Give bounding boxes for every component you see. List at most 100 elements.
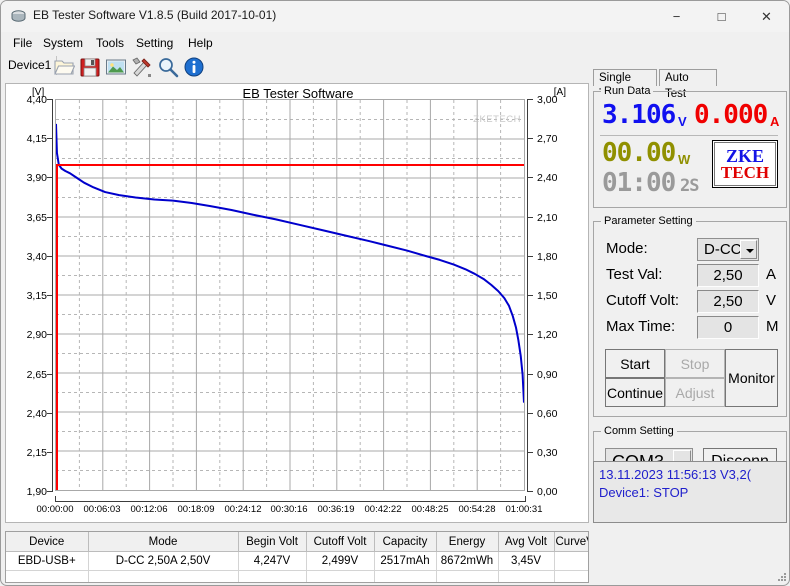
cell-begin-volt: 4,247V <box>238 551 307 571</box>
col-energy[interactable]: Energy <box>436 532 499 552</box>
y-tick-left: 3,90 <box>26 172 47 184</box>
cutoff-volt-label: Cutoff Volt: <box>606 292 680 309</box>
right-panel: Single Test Auto Test Run Data 3.106 V 0… <box>593 69 787 529</box>
plot-area[interactable]: ZKETECH <box>55 99 525 491</box>
x-axis: 00:00:00 00:06:03 00:12:06 00:18:09 00:2… <box>6 492 590 524</box>
y-tick-left: 4,15 <box>26 133 47 145</box>
application-window: EB Tester Software V1.8.5 (Build 2017-10… <box>0 0 790 586</box>
results-table[interactable]: Device Mode Begin Volt Cutoff Volt Capac… <box>5 531 589 583</box>
open-file-icon[interactable] <box>53 56 76 78</box>
app-icon <box>10 8 27 25</box>
cell-avg-volt: 3,45V <box>498 551 555 571</box>
y-tick-right: 2,70 <box>537 133 558 145</box>
status-log[interactable]: 13.11.2023 11:56:13 V3,2( Device1: STOP <box>593 461 787 523</box>
monitor-button[interactable]: Monitor <box>725 349 778 407</box>
run-data-group: Run Data 3.106 V 0.000 A 00.00 W 01:00 2… <box>593 85 787 208</box>
col-device[interactable]: Device <box>6 532 89 552</box>
status-line-device: Device1: STOP <box>599 485 689 500</box>
info-icon[interactable] <box>183 56 205 78</box>
tools-icon[interactable] <box>131 56 153 78</box>
adjust-button: Adjust <box>665 378 725 407</box>
continue-button[interactable]: Continue <box>605 378 665 407</box>
start-button[interactable]: Start <box>605 349 665 378</box>
max-time-unit: M <box>766 318 779 335</box>
test-val-input[interactable]: 2,50 <box>697 264 759 287</box>
y-tick-right: 0,90 <box>537 369 558 381</box>
y-tick-right: 3,00 <box>537 94 558 106</box>
close-button[interactable]: ✕ <box>744 1 789 32</box>
menu-setting[interactable]: Setting <box>132 35 177 51</box>
y-tick-left: 4,40 <box>26 94 47 106</box>
status-line-timestamp: 13.11.2023 11:56:13 V3,2( <box>599 467 752 482</box>
y-axis-right: 3,00 2,70 2,40 2,10 1,80 1,50 1,20 0,90 … <box>525 84 591 514</box>
y-tick-left: 3,15 <box>26 290 47 302</box>
save-icon[interactable] <box>79 56 101 78</box>
col-avg-volt[interactable]: Avg Volt <box>498 532 555 552</box>
current-unit: A <box>770 114 780 129</box>
table-row-empty[interactable] <box>6 570 588 582</box>
maximize-button[interactable]: □ <box>699 1 744 32</box>
col-begin-volt[interactable]: Begin Volt <box>238 532 307 552</box>
mode-select[interactable]: D-CC <box>697 238 759 261</box>
test-val-label: Test Val: <box>606 266 663 283</box>
tab-single-test[interactable]: Single Test <box>593 69 657 100</box>
y-tick-right: 2,40 <box>537 172 558 184</box>
logo-text-bottom: TECH <box>720 162 770 182</box>
cell-energy: 8672mWh <box>436 551 499 571</box>
tab-auto-test[interactable]: Auto Test <box>659 69 717 100</box>
plot-svg <box>56 100 524 490</box>
x-tick: 01:00:31 <box>505 504 543 515</box>
run-data-legend: Run Data <box>601 85 654 97</box>
y-tick-left: 3,65 <box>26 212 47 224</box>
logo-text-top: ZKE <box>725 145 764 166</box>
cutoff-volt-unit: V <box>766 292 777 309</box>
col-cutoff-volt[interactable]: Cutoff Volt <box>306 532 375 552</box>
table-row[interactable]: EBD-USB+ D-CC 2,50A 2,50V 4,247V 2,499V … <box>6 551 588 571</box>
cell-mode: D-CC 2,50A 2,50V <box>88 551 239 571</box>
menu-help[interactable]: Help <box>184 35 217 51</box>
test-val-unit: A <box>766 266 777 283</box>
y-tick-right: 1,50 <box>537 290 558 302</box>
voltage-unit: V <box>678 114 687 129</box>
parameter-setting-legend: Parameter Setting <box>601 215 696 227</box>
y-tick-right: 0,60 <box>537 408 558 420</box>
max-time-input[interactable]: 0 <box>697 316 759 339</box>
zketech-logo: ZKE TECH <box>712 140 778 188</box>
col-mode[interactable]: Mode <box>88 532 239 552</box>
cell-curve-v-color[interactable] <box>554 551 588 571</box>
current-readout: 0.000 <box>694 100 768 130</box>
y-tick-left: 2,15 <box>26 447 47 459</box>
zoom-icon[interactable] <box>157 56 179 78</box>
power-readout: 00.00 <box>602 138 676 168</box>
window-controls: − □ ✕ <box>654 1 789 32</box>
menu-tools[interactable]: Tools <box>92 35 128 51</box>
stop-button: Stop <box>665 349 725 378</box>
y-tick-right: 1,80 <box>537 251 558 263</box>
y-tick-left: 2,65 <box>26 369 47 381</box>
voltage-readout: 3.106 <box>602 100 676 130</box>
readout-divider <box>600 135 778 136</box>
menu-bar: File System Tools Setting Help <box>1 32 789 53</box>
cell-device: EBD-USB+ <box>6 551 89 571</box>
y-tick-right: 2,10 <box>537 212 558 224</box>
cutoff-volt-input[interactable]: 2,50 <box>697 290 759 313</box>
device-tab[interactable]: Device1 <box>4 56 58 75</box>
resize-grip-icon[interactable] <box>775 571 787 583</box>
chart-watermark: ZKETECH <box>473 114 521 125</box>
minimize-button[interactable]: − <box>654 1 699 32</box>
mode-value: D-CC <box>704 241 742 258</box>
comm-setting-legend: Comm Setting <box>601 425 677 437</box>
menu-system[interactable]: System <box>39 35 87 51</box>
y-tick-right: 0,30 <box>537 447 558 459</box>
cell-cutoff-volt: 2,499V <box>306 551 375 571</box>
y-tick-left: 2,40 <box>26 408 47 420</box>
image-export-icon[interactable] <box>105 56 127 78</box>
y-axis-left: 4,40 4,15 3,90 3,65 3,40 3,15 2,90 2,65 … <box>6 84 55 514</box>
max-time-label: Max Time: <box>606 318 676 335</box>
table-header-row: Device Mode Begin Volt Cutoff Volt Capac… <box>6 532 588 552</box>
col-capacity[interactable]: Capacity <box>374 532 437 552</box>
title-bar: EB Tester Software V1.8.5 (Build 2017-10… <box>1 1 789 33</box>
chevron-down-icon[interactable] <box>740 240 757 259</box>
menu-file[interactable]: File <box>9 35 36 51</box>
col-curve-v[interactable]: CurveV <box>554 532 588 552</box>
